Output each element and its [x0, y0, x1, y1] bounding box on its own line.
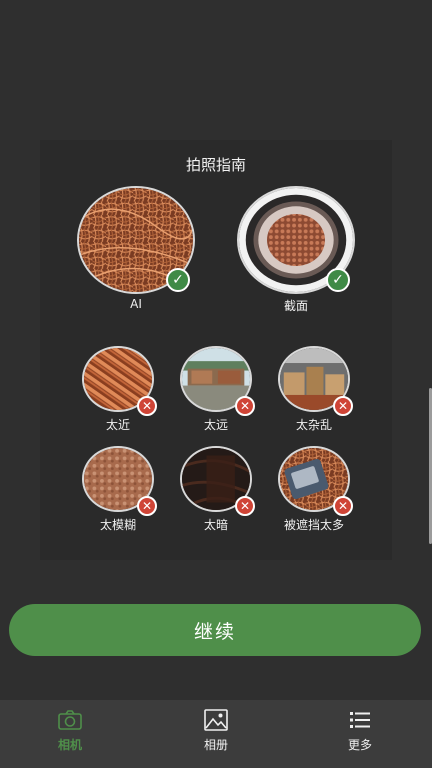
- caption-cross-section: 截面: [283, 299, 308, 313]
- cross-icon: ✕: [333, 396, 353, 416]
- cross-icon: ✕: [235, 396, 255, 416]
- tab-camera-label: 相机: [57, 738, 82, 752]
- guide-title: 拍照指南: [185, 156, 246, 174]
- tab-camera[interactable]: 相机: [30, 706, 110, 762]
- continue-button[interactable]: 继续: [9, 604, 421, 656]
- cross-icon: ✕: [333, 496, 353, 516]
- check-icon: ✓: [166, 268, 190, 292]
- caption-too-close: 太近: [105, 418, 130, 432]
- check-icon: ✓: [326, 268, 350, 292]
- camera-icon: [58, 710, 82, 730]
- caption-too-far: 太远: [203, 418, 228, 432]
- tab-gallery[interactable]: 相册: [176, 706, 256, 762]
- list-icon: [350, 712, 370, 728]
- bottom-tab-bar: 相机 相册 更多: [0, 700, 432, 768]
- caption-too-dark: 太暗: [203, 518, 228, 532]
- tab-more[interactable]: 更多: [320, 706, 400, 762]
- caption-too-cluttered: 太杂乱: [295, 418, 332, 432]
- tab-more-label: 更多: [347, 738, 372, 752]
- gallery-icon: [204, 709, 228, 731]
- caption-too-blurry: 太模糊: [99, 518, 136, 532]
- cross-icon: ✕: [137, 396, 157, 416]
- cross-icon: ✕: [137, 496, 157, 516]
- caption-ai: AI: [130, 297, 142, 311]
- tab-gallery-label: 相册: [203, 738, 228, 752]
- cross-icon: ✕: [235, 496, 255, 516]
- caption-too-obscured: 被遮挡太多: [283, 518, 344, 532]
- photo-guide-panel: 拍照指南 ✓ AI ✓ 截面 ✕ 太近 ✕ 太远 ✕ 太杂乱 ✕ 太模糊 ✕ 太…: [40, 140, 392, 560]
